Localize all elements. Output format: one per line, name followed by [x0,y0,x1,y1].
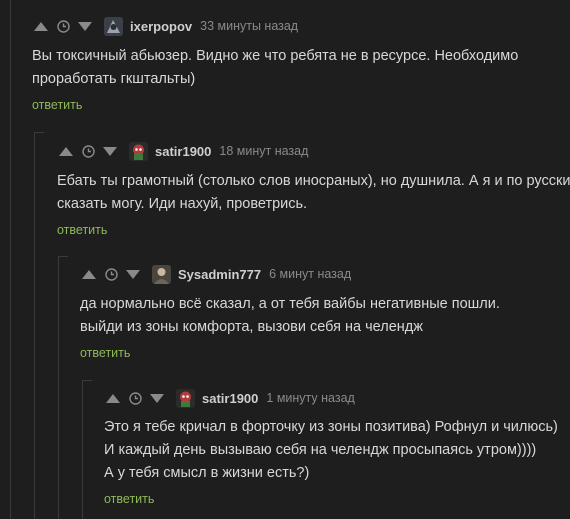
comment: satir1900 1 минуту назад Это я тебе крич… [104,386,558,506]
downvote-icon[interactable] [101,142,119,160]
comment-body: Ебать ты грамотный (столько слов иносран… [57,170,570,216]
username[interactable]: satir1900 [202,391,258,406]
timestamp[interactable]: 33 минуты назад [200,19,298,33]
thread-line [34,132,35,519]
comment-line: выйди из зоны комфорта, вызови себя на ч… [80,319,423,335]
timestamp[interactable]: 18 минут назад [219,144,308,158]
comment-line: да нормально всё сказал, а от тебя вайбы… [80,296,500,312]
comment-body: Вы токсичный абьюзер. Видно же что ребят… [32,45,518,91]
upvote-icon[interactable] [104,389,122,407]
avatar[interactable] [152,264,171,284]
save-clock-icon[interactable] [102,265,120,283]
upvote-icon[interactable] [32,17,50,35]
thread-line [10,0,11,519]
username[interactable]: ixerpopov [130,19,192,34]
comment-line: сказать могу. Иди нахуй, проветрись. [57,196,308,212]
comment-line: И каждый день вызываю себя на челендж пр… [104,442,537,458]
timestamp[interactable]: 6 минут назад [269,267,351,281]
avatar[interactable] [104,16,123,36]
save-clock-icon[interactable] [54,17,72,35]
comment-header: satir1900 18 минут назад [57,139,570,163]
save-clock-icon[interactable] [79,142,97,160]
timestamp[interactable]: 1 минуту назад [266,391,354,405]
upvote-icon[interactable] [57,142,75,160]
comment-body: Это я тебе кричал в форточку из зоны поз… [104,416,558,485]
comment-header: satir1900 1 минуту назад [104,386,558,410]
reply-link[interactable]: ответить [57,223,570,237]
thread-line [58,256,59,519]
avatar[interactable] [176,388,195,408]
downvote-icon[interactable] [124,265,142,283]
avatar[interactable] [129,141,148,161]
comment-line: Вы токсичный абьюзер. Видно же что ребят… [32,48,519,64]
comment: ixerpopov 33 минуты назад Вы токсичный а… [32,14,518,112]
thread-collapse-tick[interactable] [58,256,68,257]
downvote-icon[interactable] [148,389,166,407]
comment: Sysadmin777 6 минут назад да нормально в… [80,262,500,360]
comment-line: Ебать ты грамотный (столько слов иносран… [57,173,570,189]
downvote-icon[interactable] [76,17,94,35]
comment-line: А у тебя смысл в жизни есть?) [104,465,310,481]
comment-body: да нормально всё сказал, а от тебя вайбы… [80,293,500,339]
reply-link[interactable]: ответить [80,346,500,360]
reply-link[interactable]: ответить [32,98,518,112]
comment-header: ixerpopov 33 минуты назад [32,14,518,38]
thread-collapse-tick[interactable] [82,380,92,381]
username[interactable]: Sysadmin777 [178,267,261,282]
comment-header: Sysadmin777 6 минут назад [80,262,500,286]
reply-link[interactable]: ответить [104,492,558,506]
comment: satir1900 18 минут назад Ебать ты грамот… [57,139,570,237]
comment-line: проработать гкштальты) [32,71,196,87]
comment-line: Это я тебе кричал в форточку из зоны поз… [104,419,558,435]
upvote-icon[interactable] [80,265,98,283]
thread-collapse-tick[interactable] [34,132,44,133]
save-clock-icon[interactable] [126,389,144,407]
thread-line [82,380,83,519]
username[interactable]: satir1900 [155,144,211,159]
